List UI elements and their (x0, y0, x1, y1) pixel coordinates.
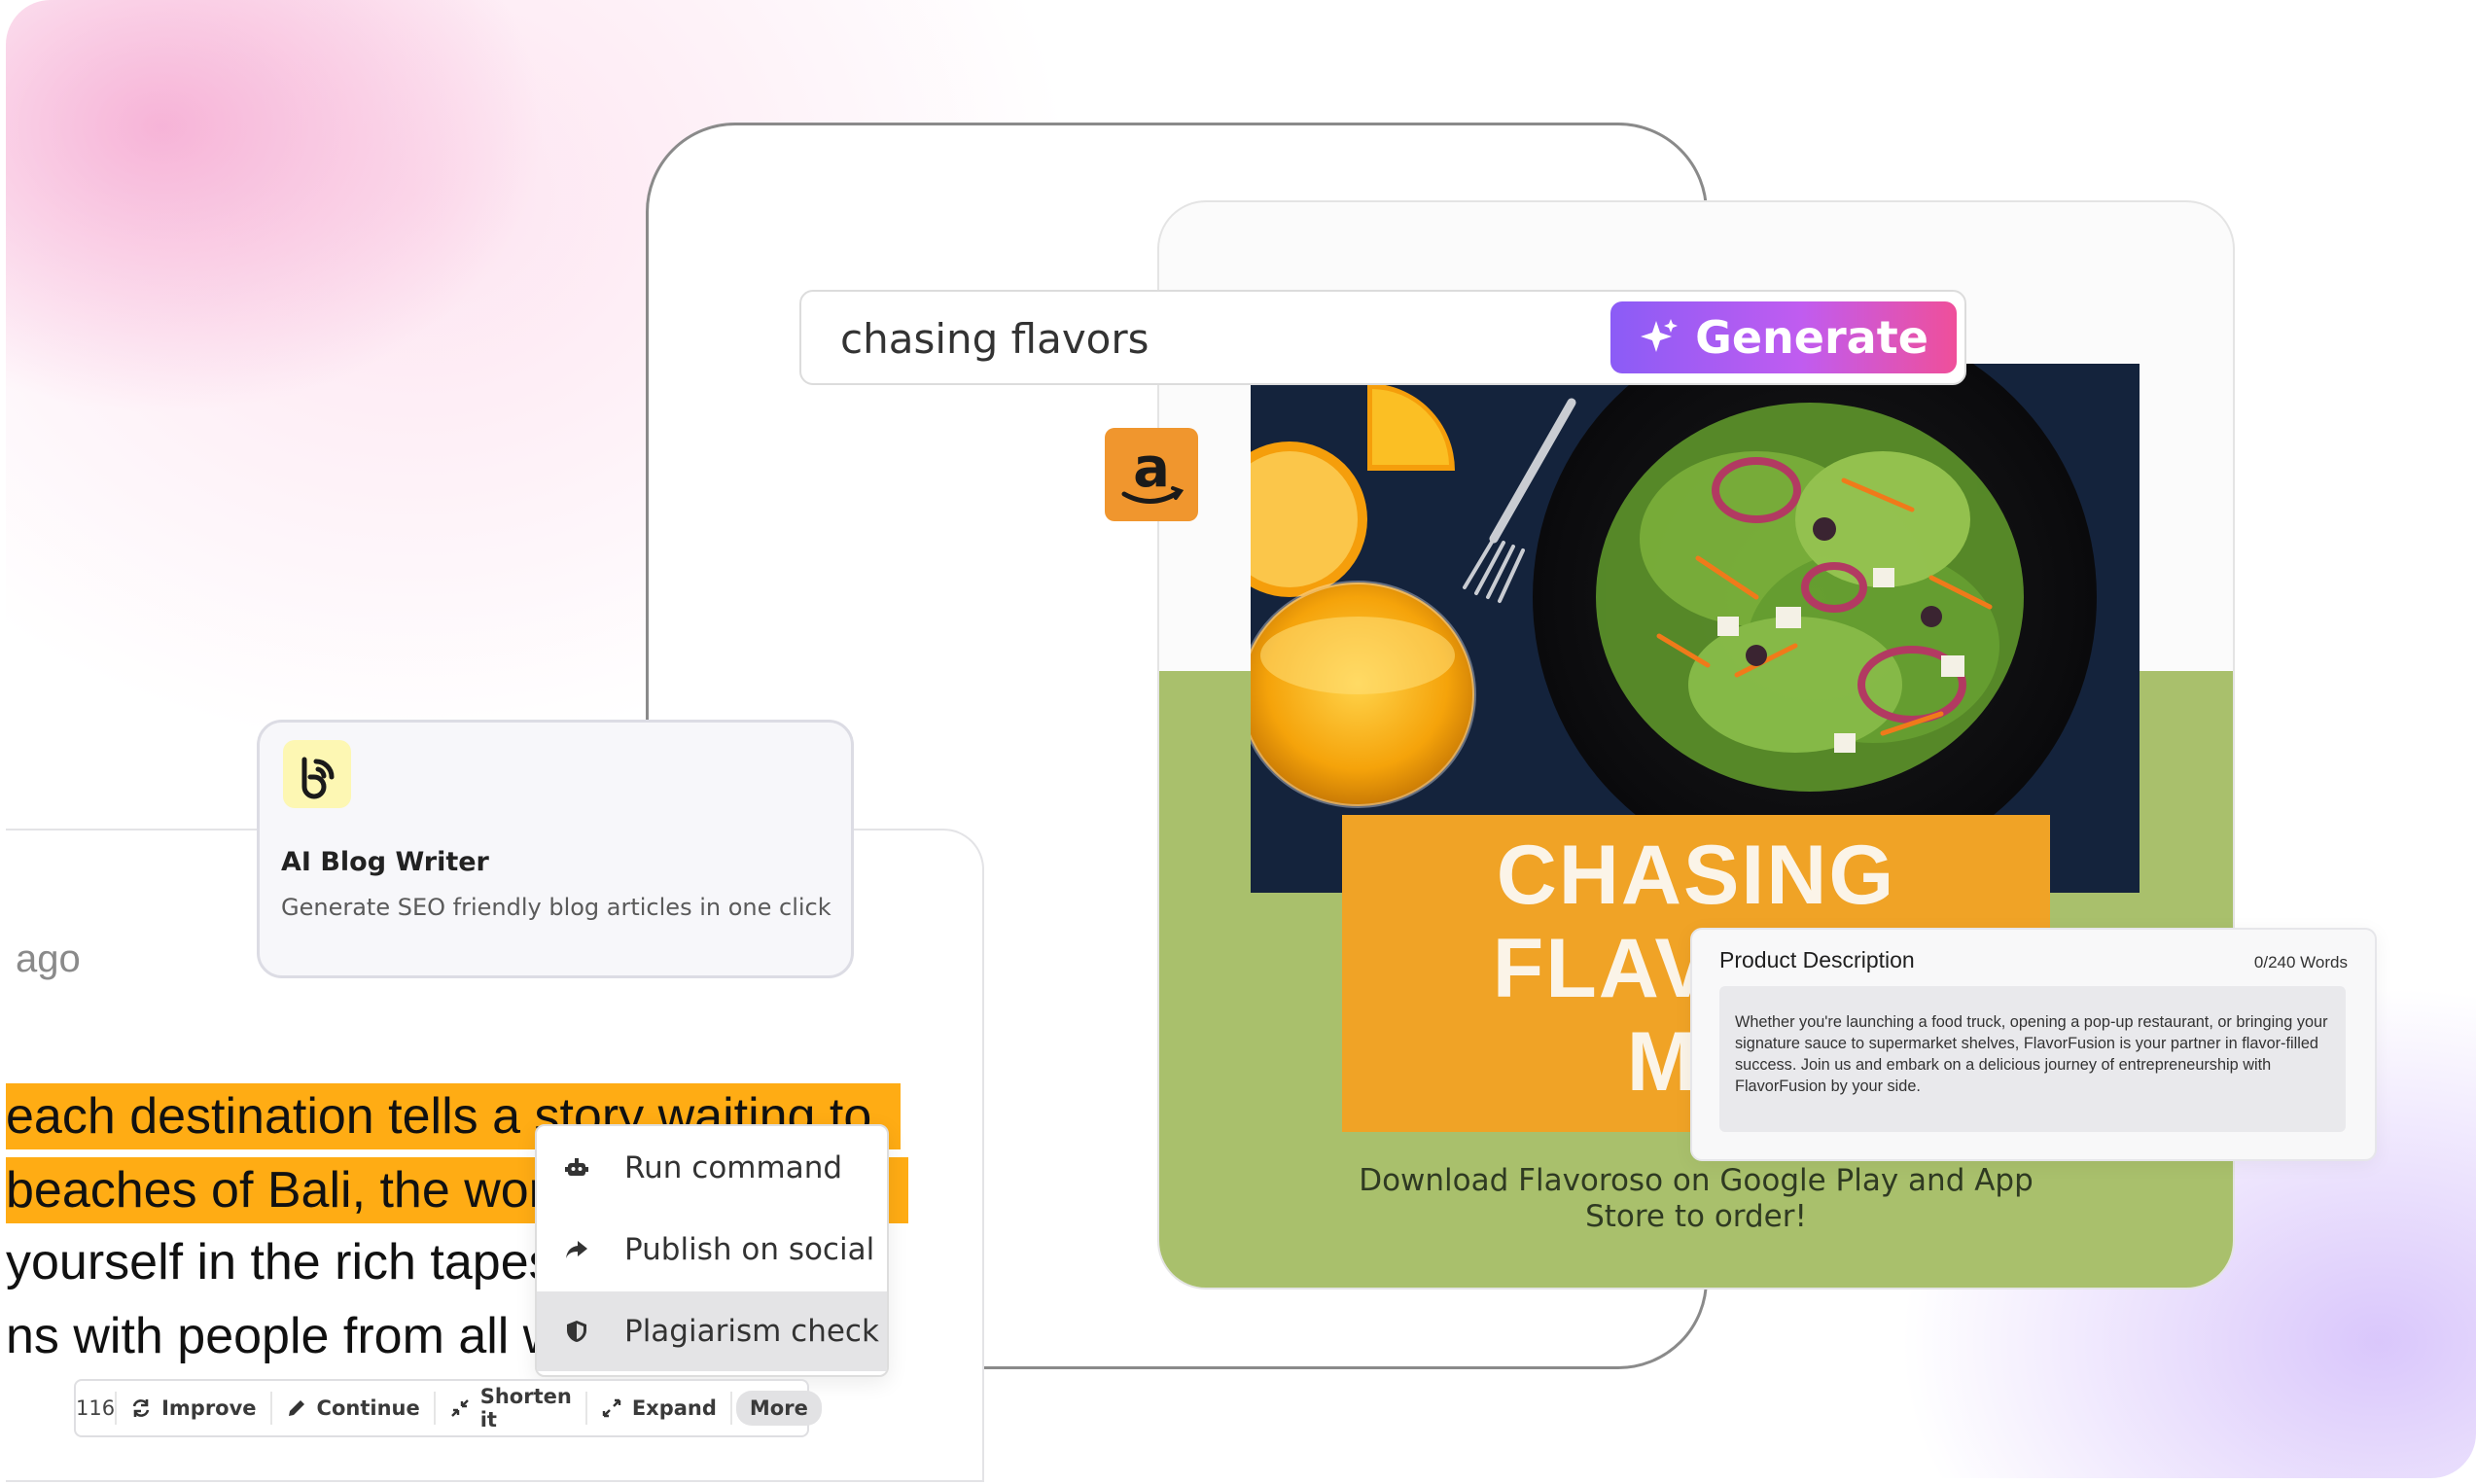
improve-button[interactable]: Improve (117, 1392, 272, 1425)
expand-button[interactable]: Expand (587, 1392, 732, 1425)
generate-label: Generate (1695, 311, 1928, 364)
continue-button[interactable]: Continue (272, 1392, 436, 1425)
poster-title-line-1: CHASING (1496, 829, 1896, 922)
context-menu: Run command Publish on social Plagiarism… (535, 1124, 889, 1377)
product-description-text: Whether you're launching a food truck, o… (1735, 1013, 2328, 1095)
menu-item-label: Plagiarism check (624, 1314, 879, 1349)
timestamp: ago (16, 937, 81, 980)
expand-label: Expand (631, 1396, 717, 1420)
svg-text:a: a (1133, 437, 1170, 500)
editor-toolbar: 116 Improve Continue Shorten it Expand M… (74, 1379, 822, 1437)
amazon-icon[interactable]: a (1105, 428, 1198, 521)
menu-item-publish-on-social[interactable]: Publish on social (537, 1210, 887, 1290)
word-counter: 116 (76, 1392, 118, 1425)
robot-icon (560, 1151, 593, 1184)
poster-download-text: Download Flavoroso on Google Play and Ap… (1359, 1163, 2034, 1234)
editor-line-3[interactable]: yourself in the rich tapes (6, 1229, 554, 1295)
blog-writer-icon (283, 740, 351, 808)
generate-button[interactable]: Generate (1610, 301, 1957, 373)
shorten-label: Shorten it (479, 1385, 572, 1431)
word-count: 0/240 Words (2253, 953, 2348, 972)
product-description-panel: Product Description 0/240 Words Whether … (1690, 928, 2377, 1161)
menu-item-label: Publish on social (624, 1232, 875, 1267)
improve-label: Improve (161, 1396, 257, 1420)
menu-item-run-command[interactable]: Run command (537, 1128, 887, 1208)
prompt-search-bar: Generate (799, 290, 1966, 385)
shrink-icon (449, 1397, 471, 1419)
editor-line-4[interactable]: ns with people from all w (6, 1303, 559, 1369)
product-description-title: Product Description (1719, 947, 1915, 972)
expand-icon (601, 1397, 622, 1419)
blog-writer-title: AI Blog Writer (281, 847, 489, 877)
blog-writer-subtitle: Generate SEO friendly blog articles in o… (281, 894, 831, 921)
salad-photo (1251, 364, 2140, 893)
ai-blog-writer-card[interactable]: AI Blog Writer Generate SEO friendly blo… (257, 720, 854, 978)
refresh-icon (130, 1397, 152, 1419)
shorten-button[interactable]: Shorten it (436, 1385, 587, 1431)
share-arrow-icon (560, 1233, 593, 1266)
shield-icon (560, 1315, 593, 1348)
pencil-icon (286, 1397, 307, 1419)
continue-label: Continue (316, 1396, 420, 1420)
prompt-input[interactable] (838, 311, 1581, 366)
sparkle-icon (1639, 317, 1680, 358)
more-button[interactable]: More (735, 1391, 822, 1426)
product-description-textarea[interactable]: Whether you're launching a food truck, o… (1719, 986, 2346, 1132)
menu-item-plagiarism-check[interactable]: Plagiarism check (537, 1291, 887, 1371)
menu-item-label: Run command (624, 1150, 843, 1185)
